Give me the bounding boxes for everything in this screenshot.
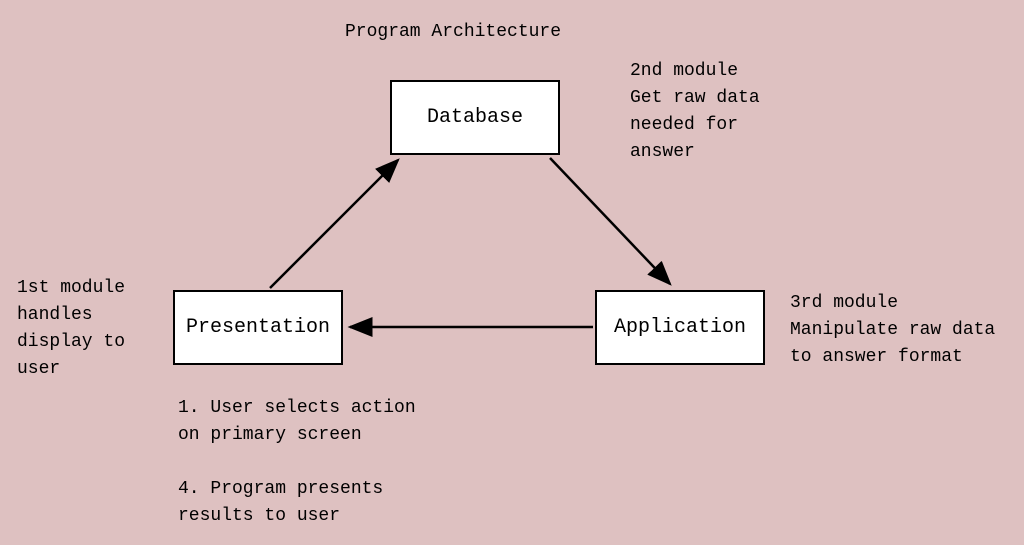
first-module-annotation: 1st module handles display to user [17,275,125,383]
application-box-label: Application [614,316,746,339]
bottom-annotation: 1. User selects action on primary screen… [178,395,416,530]
second-module-annotation: 2nd module Get raw data needed for answe… [630,58,760,166]
database-box-label: Database [427,106,523,129]
presentation-box-label: Presentation [186,316,330,339]
diagram-title: Program Architecture [345,22,561,42]
database-box: Database [390,80,560,155]
arrow-database-to-application [550,158,670,284]
arrow-presentation-to-database [270,160,398,288]
application-box: Application [595,290,765,365]
third-module-annotation: 3rd module Manipulate raw data to answer… [790,290,995,371]
presentation-box: Presentation [173,290,343,365]
